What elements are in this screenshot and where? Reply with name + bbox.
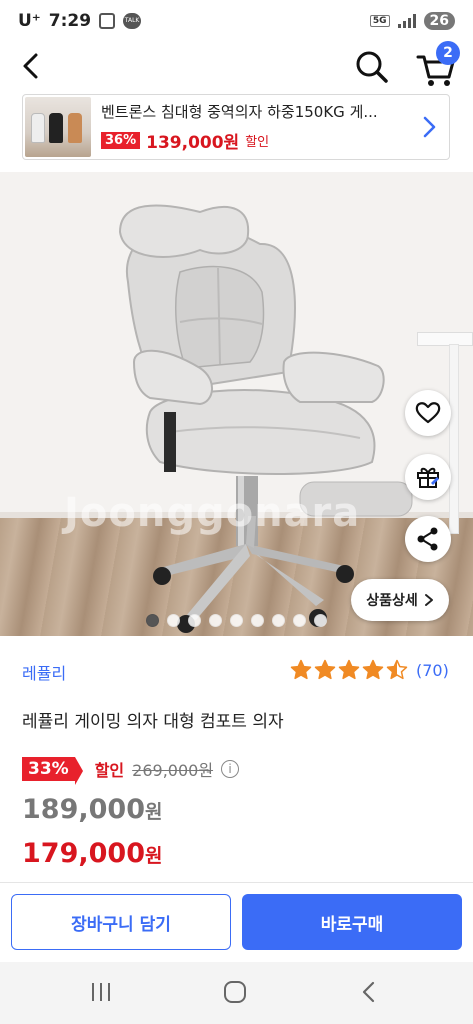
product-title: 레퓰리 게이밍 의자 대형 컴포트 의자 (22, 712, 284, 732)
final-price-number: 179,000 (22, 838, 145, 869)
search-button[interactable] (352, 47, 392, 87)
system-nav-bar (0, 962, 473, 1024)
chevron-left-icon (23, 53, 38, 79)
carousel-dot[interactable] (188, 614, 201, 627)
promo-discount-badge: 36% (101, 132, 141, 149)
chevron-right-icon (423, 116, 436, 138)
carousel-dot[interactable] (272, 614, 285, 627)
home-icon[interactable] (222, 980, 248, 1004)
signal-icon (397, 14, 416, 28)
wishlist-button[interactable] (405, 390, 451, 436)
add-to-cart-button[interactable]: 장바구니 담기 (11, 894, 231, 950)
star-icon (362, 659, 384, 680)
promo-title: 벤트론스 침대형 중역의자 하중150KG 게... (101, 103, 378, 121)
sale-label: 할인 (94, 761, 125, 780)
heart-icon (415, 402, 441, 424)
back-nav-icon[interactable] (356, 980, 382, 1004)
cart-button[interactable]: 2 (412, 41, 460, 89)
product-detail-button[interactable]: 상품상세 (351, 579, 449, 621)
carousel-dot[interactable] (146, 614, 159, 627)
list-price-unit: 원 (144, 801, 163, 823)
status-right: 5G 26 (369, 12, 455, 30)
original-price: 269,000원 (132, 761, 214, 780)
discount-row: 33% 할인 269,000원 i (22, 757, 240, 785)
promo-sale-label: 할인 (245, 135, 270, 150)
divider (0, 882, 473, 883)
carousel-dot[interactable] (251, 614, 264, 627)
final-price-unit: 원 (144, 845, 163, 867)
carrier-label: U⁺ (18, 11, 41, 31)
discount-badge: 33% (22, 757, 83, 785)
carousel-dot[interactable] (167, 614, 180, 627)
star-icon (338, 659, 360, 680)
final-price: 179,000원 (22, 838, 162, 869)
promo-price: 139,000원 (146, 133, 240, 153)
share-button[interactable] (405, 516, 451, 562)
chair-image (118, 204, 413, 633)
app-header: 2 (0, 41, 473, 92)
back-button[interactable] (14, 48, 50, 84)
promo-price-row: 36% 139,000원 할인 (101, 128, 417, 153)
buy-now-button[interactable]: 바로구매 (242, 894, 462, 950)
star-icon (314, 659, 336, 680)
rating-summary[interactable]: (70) (290, 659, 449, 681)
rating-stars (290, 659, 408, 681)
share-icon (417, 527, 438, 551)
star-icon (290, 659, 312, 680)
product-detail-label: 상품상세 (366, 593, 418, 609)
carousel-dot[interactable] (209, 614, 222, 627)
chevron-right-icon (424, 594, 433, 606)
gift-button[interactable] (405, 454, 451, 500)
network-type: 5G (369, 15, 390, 27)
list-price-number: 189,000 (22, 794, 145, 825)
list-price: 189,000원 (22, 794, 162, 825)
recents-icon[interactable] (88, 980, 114, 1004)
clock: 7:29 (48, 11, 92, 31)
star-icon (386, 659, 408, 680)
carousel-dot[interactable] (230, 614, 243, 627)
status-left: U⁺ 7:29 TALK (18, 11, 142, 31)
brand-link[interactable]: 레퓰리 (22, 660, 66, 684)
promo-body: 벤트론스 침대형 중역의자 하중150KG 게... 36% 139,000원 … (91, 101, 417, 153)
watermark: Joonggonara (64, 490, 361, 536)
product-image-carousel[interactable]: Joonggonara 상품상세 (0, 172, 473, 636)
carousel-dot[interactable] (293, 614, 306, 627)
carousel-dot[interactable] (314, 614, 327, 627)
carousel-indicator[interactable] (146, 614, 327, 627)
kakaotalk-icon: TALK (123, 13, 142, 29)
related-product-banner[interactable]: 벤트론스 침대형 중역의자 하중150KG 게... 36% 139,000원 … (22, 94, 450, 160)
promo-thumbnail (25, 97, 91, 157)
cart-count-badge: 2 (436, 41, 460, 65)
battery-level: 26 (423, 12, 455, 30)
gift-icon (417, 467, 439, 488)
search-icon (356, 51, 388, 83)
review-count: (70) (416, 660, 449, 680)
screenshot-icon (99, 13, 116, 29)
info-icon[interactable]: i (221, 760, 240, 778)
status-bar: U⁺ 7:29 TALK 5G 26 (0, 0, 473, 42)
